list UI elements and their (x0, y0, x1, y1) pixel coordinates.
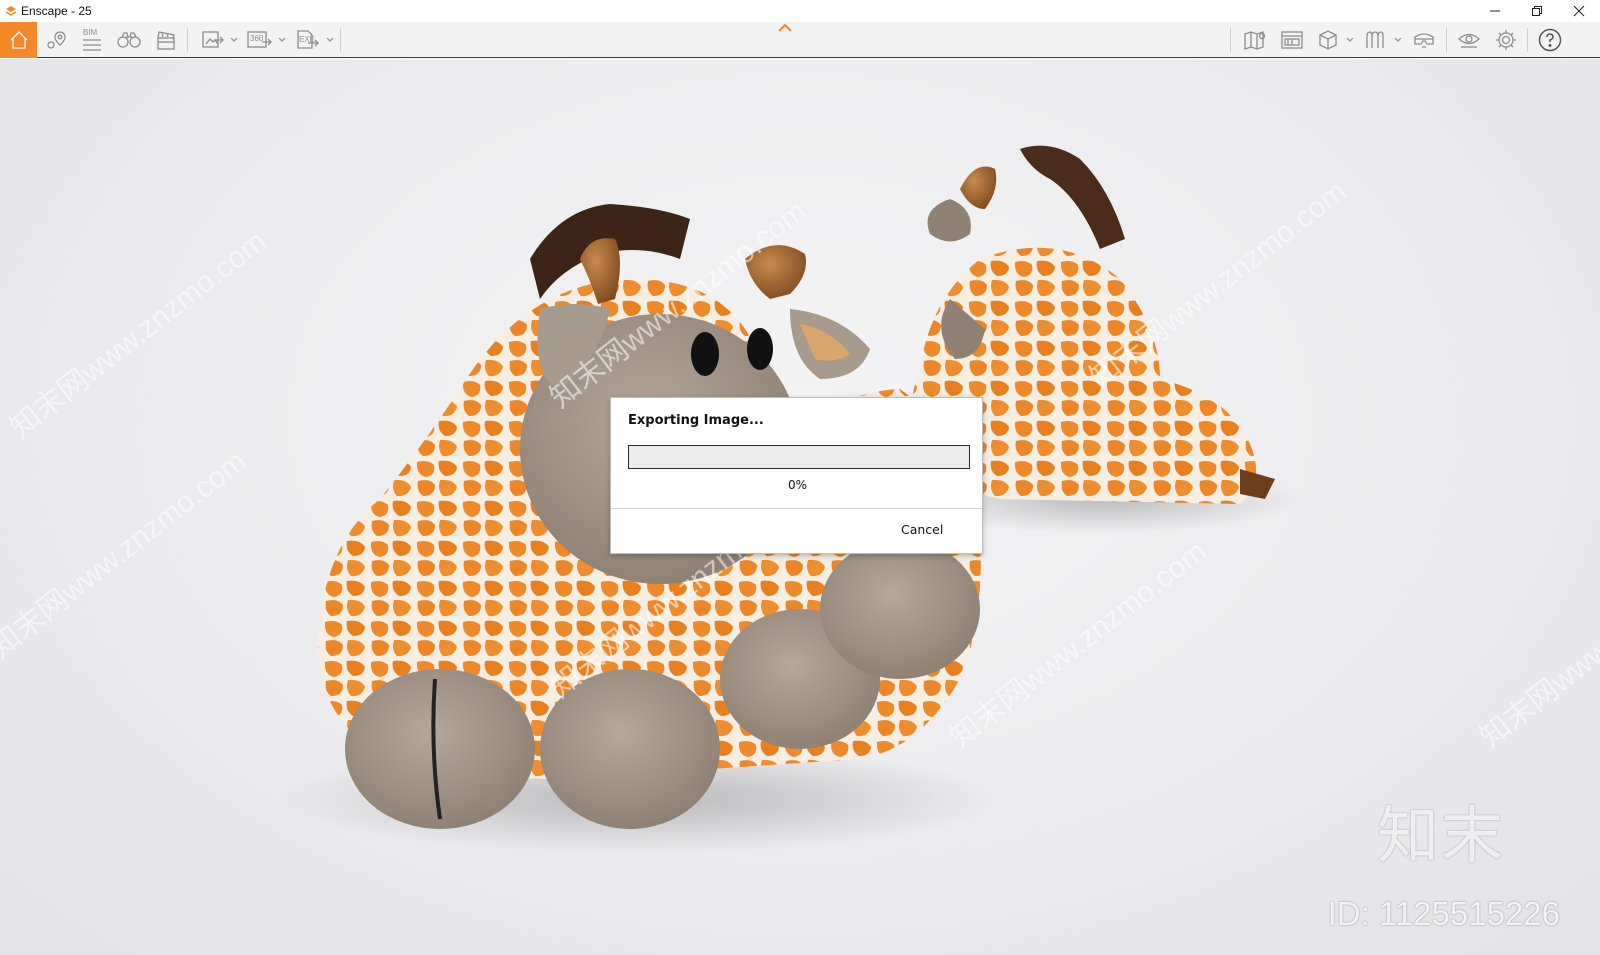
chevron-down-icon (230, 37, 238, 42)
help-button[interactable] (1533, 22, 1567, 58)
svg-text:知末网www.znzmo.com: 知末网www.znzmo.com (4, 225, 273, 445)
export-exe-button[interactable]: EXE (291, 22, 323, 58)
dialog-title: Exporting Image... (628, 413, 764, 428)
material-dropdown[interactable] (1393, 22, 1403, 58)
watermark-id: ID: 1125515226 (1327, 895, 1560, 932)
vr-headset-button[interactable] (1407, 22, 1441, 58)
material-icon (1366, 31, 1384, 48)
main-toolbar: BIM 360 EXE (0, 22, 1600, 58)
window-title: Enscape - 25 (21, 4, 92, 18)
bim-button[interactable]: BIM (76, 22, 108, 58)
vr-headset-icon (1414, 33, 1434, 48)
map-icon (1244, 31, 1266, 50)
dialog-divider (611, 508, 982, 509)
settings-button[interactable] (1490, 22, 1522, 58)
watermark-brand: 知末 (1376, 799, 1505, 872)
help-icon (1538, 28, 1562, 52)
window-controls (1474, 0, 1600, 22)
toolbar-separator (1230, 28, 1231, 52)
close-icon (1573, 5, 1585, 17)
restore-button[interactable] (1516, 0, 1558, 22)
export-progress-bar (628, 445, 970, 469)
chevron-down-icon (1394, 37, 1402, 42)
cube-view-icon (1319, 30, 1337, 50)
bim-icon: BIM (83, 28, 101, 51)
export-progress-dialog: Exporting Image... 0% Cancel (610, 397, 983, 554)
chevron-up-icon (778, 24, 792, 32)
views-button[interactable] (40, 22, 74, 58)
restore-icon (1532, 6, 1542, 16)
export-panorama-button[interactable]: 360 (243, 22, 275, 58)
svg-text:BIM: BIM (83, 28, 98, 37)
toolbar-separator (340, 28, 341, 52)
export-360-icon: 360 (247, 31, 272, 48)
collapse-toolbar-button[interactable] (776, 22, 794, 34)
toolbar-separator (1527, 28, 1528, 52)
binoculars-icon (117, 32, 141, 48)
cube-view-dropdown[interactable] (1345, 22, 1355, 58)
export-exe-icon: EXE (297, 30, 319, 49)
video-editor-button[interactable] (150, 22, 182, 58)
clapperboard-icon (157, 31, 175, 50)
home-icon (10, 31, 27, 49)
location-pin-icon (47, 31, 66, 49)
minimize-icon (1490, 10, 1500, 12)
export-image-icon (202, 31, 224, 48)
asset-library-icon (1281, 31, 1303, 49)
svg-text:知末网www.znzmo.com: 知末网www.znzmo.com (0, 445, 253, 665)
cancel-button[interactable]: Cancel (901, 522, 943, 537)
chevron-down-icon (278, 37, 286, 42)
map-button[interactable] (1238, 22, 1272, 58)
toolbar-separator (187, 28, 188, 52)
export-exe-dropdown[interactable] (325, 22, 335, 58)
asset-library-button[interactable] (1275, 22, 1309, 58)
walk-mode-button[interactable] (112, 22, 146, 58)
visibility-icon (1458, 33, 1480, 48)
minimize-button[interactable] (1474, 0, 1516, 22)
chevron-down-icon (326, 37, 334, 42)
svg-text:360: 360 (250, 34, 264, 43)
svg-text:知末网www.znzmo.com: 知末网www.znzmo.com (1474, 535, 1600, 755)
progress-percent-label: 0% (787, 478, 808, 492)
chevron-down-icon (1346, 37, 1354, 42)
title-bar: Enscape - 25 (0, 0, 1600, 22)
enscape-logo-icon (4, 4, 18, 18)
close-button[interactable] (1558, 0, 1600, 22)
material-editor-button[interactable] (1359, 22, 1391, 58)
cube-view-button[interactable] (1312, 22, 1344, 58)
home-button[interactable] (0, 22, 37, 58)
export-panorama-dropdown[interactable] (277, 22, 287, 58)
visibility-button[interactable] (1452, 22, 1486, 58)
export-image-button[interactable] (196, 22, 228, 58)
export-image-dropdown[interactable] (229, 22, 239, 58)
toolbar-separator (1446, 28, 1447, 52)
svg-text:知末网www.znzmo.com: 知末网www.znzmo.com (944, 535, 1213, 755)
settings-icon (1496, 30, 1516, 50)
